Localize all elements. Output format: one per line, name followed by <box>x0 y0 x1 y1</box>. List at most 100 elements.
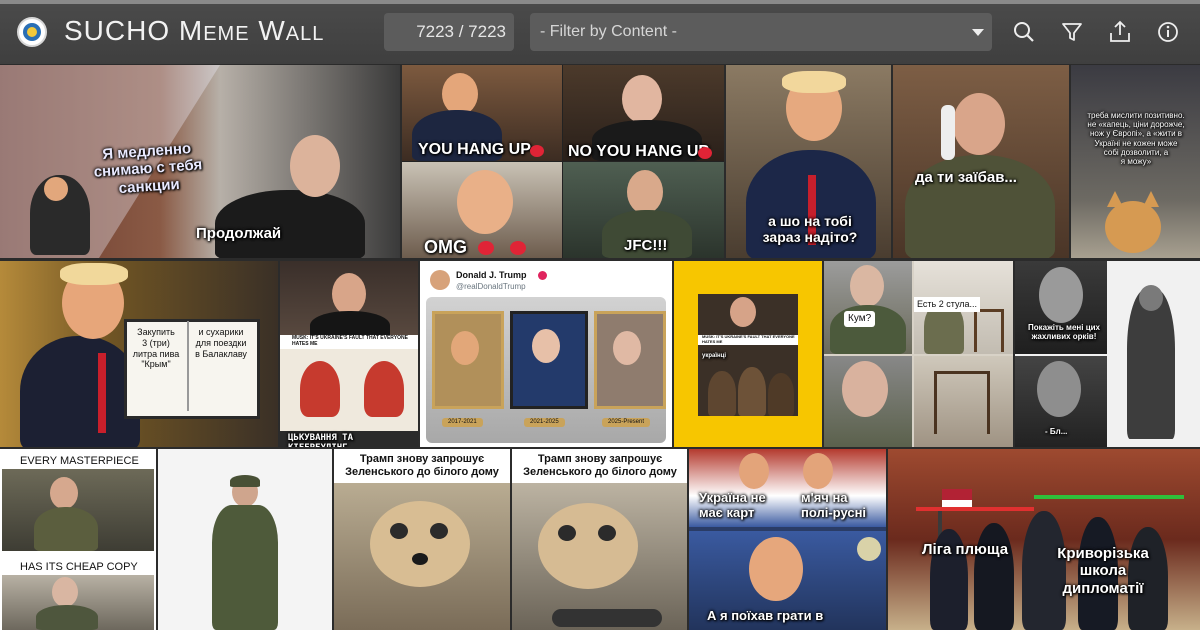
verified-icon <box>538 271 547 280</box>
trump-head-large <box>749 537 803 601</box>
heart-icon <box>530 145 544 157</box>
news-banner-text: MUSK: IT'S UKRAINE'S FAULT THAT EVERYONE… <box>702 334 795 344</box>
putin-head <box>613 331 641 365</box>
news-banner-text: MUSK: IT'S UKRAINE'S FAULT THAT EVERYONE… <box>292 335 408 347</box>
filter-icon[interactable] <box>1058 18 1086 46</box>
caption-bottom: Продолжай <box>196 225 282 242</box>
musk-head <box>332 273 366 315</box>
upload-icon[interactable] <box>1106 18 1134 46</box>
meme-tile-zelensky-phone[interactable]: да ти заїбав... <box>893 65 1069 258</box>
caption-bottom: HAS ITS CHEAP COPY <box>20 561 138 573</box>
meme-tile-crimea[interactable]: Закупить 3 (три) литра пива "Крым" и сух… <box>0 261 278 447</box>
cat-head <box>1105 201 1161 253</box>
trump-head <box>803 453 833 489</box>
biden-head <box>532 329 560 363</box>
caption: а шо на тобі зараз надіто? <box>762 213 858 246</box>
dog-eye <box>390 523 408 539</box>
caption-you-hang-up: YOU HANG UP <box>418 141 531 158</box>
caption: да ти заїбав... <box>915 169 1017 186</box>
musk-head <box>730 297 756 327</box>
meme-tile-cat[interactable]: треба мислити позитивно. не «капець, цін… <box>1071 65 1200 258</box>
bubble-two-chairs: Есть 2 стула... <box>914 297 981 312</box>
sucho-logo[interactable] <box>17 17 47 47</box>
phone-receiver <box>941 105 955 160</box>
heart-icon <box>478 241 494 255</box>
caption-top: Покажіть мені цих жахливих орків! <box>1028 323 1100 342</box>
order-left-text: Закупить 3 (три) литра пива "Крым" <box>132 327 180 370</box>
trump-head <box>44 177 68 201</box>
dog-head <box>538 503 638 589</box>
zelensky-head <box>50 477 78 509</box>
caption: треба мислити позитивно. не «капець, цін… <box>1087 111 1185 166</box>
plaque-2: 2021-2025 <box>524 418 565 428</box>
meme-tile-masterpiece[interactable]: EVERY MASTERPIECE HAS ITS CHEAP COPY <box>0 449 156 630</box>
putin-head <box>52 577 78 607</box>
caption-bottom: А я поїхав грати в <box>707 608 824 623</box>
budanov-head <box>627 170 663 214</box>
meme-tile-hang-up[interactable]: YOU HANG UP NO YOU HANG UP OMG JFC!!! <box>402 65 724 258</box>
meme-tile-sanctions[interactable]: Я медленно снимаю с тебя санкции Продолж… <box>0 65 400 258</box>
putin-head <box>850 265 884 307</box>
trump-hair <box>782 71 846 93</box>
putin-figure <box>215 190 365 258</box>
caption-jfc: JFC!!! <box>624 237 668 254</box>
boromir-head <box>1037 361 1081 417</box>
content-filter-select[interactable]: - Filter by Content - <box>530 13 992 51</box>
trump-laugh-head <box>457 170 513 234</box>
captive-soldier <box>1127 289 1175 439</box>
meme-tile-chairs[interactable]: Кум? Есть 2 стула... <box>824 261 1013 447</box>
caption-left: Україна не має карт <box>699 490 766 520</box>
chair <box>974 309 1004 352</box>
cossack-figure <box>364 361 404 417</box>
dog-eye <box>598 525 616 541</box>
caption: Трамп знову запрошує Зеленського до біло… <box>523 453 677 479</box>
zelensky-body <box>34 507 98 551</box>
putin-head <box>622 75 662 123</box>
order-right-text: и сухарики для поездки в Балаклаву <box>195 327 247 359</box>
caption-right: Криворізька школа дипломатії <box>1057 545 1149 597</box>
person-2 <box>974 523 1014 630</box>
meme-tile-musk-yellow[interactable]: MUSK: IT'S UKRAINE'S FAULT THAT EVERYONE… <box>674 261 822 447</box>
soldier-uniform <box>212 505 278 630</box>
figure <box>708 371 736 416</box>
meme-tile-soldier[interactable] <box>158 449 332 630</box>
putin-head <box>842 361 888 417</box>
caption-right: м'яч на полі-русні <box>801 490 867 520</box>
meme-tile-orcs[interactable]: Покажіть мені цих жахливих орків! - Бл..… <box>1015 261 1200 447</box>
tweet-name: Donald J. Trump <box>456 270 527 280</box>
meme-tile-invite-b[interactable]: Трамп знову запрошує Зеленського до біло… <box>512 449 687 630</box>
dog-nose <box>412 553 428 565</box>
cossack-figure <box>300 361 340 417</box>
trump-head <box>442 73 478 115</box>
meme-tile-tweet-portraits[interactable]: Donald J. Trump @realDonaldTrump 2017-20… <box>420 261 672 447</box>
meme-tile-musk-cyberbullying[interactable]: MUSK: IT'S UKRAINE'S FAULT THAT EVERYONE… <box>280 261 418 447</box>
meme-tile-invite-a[interactable]: Трамп знову запрошує Зеленського до біло… <box>334 449 510 630</box>
plaque-1: 2017-2021 <box>442 418 483 428</box>
meme-count: 7223 / 7223 <box>384 13 514 51</box>
heart-icon <box>698 147 712 159</box>
filter-placeholder: - Filter by Content - <box>540 23 677 40</box>
dog-eye <box>558 525 576 541</box>
plaque-3: 2025-Present <box>602 418 651 428</box>
tweet-handle: @realDonaldTrump <box>456 282 526 291</box>
meme-tile-cards[interactable]: Україна не має карт м'яч на полі-русні А… <box>689 449 886 630</box>
boromir-head <box>1039 267 1083 323</box>
dog-head <box>370 501 470 587</box>
seal-icon <box>857 537 881 561</box>
caption-ukrainians: українці <box>702 353 727 359</box>
avatar <box>430 270 450 290</box>
meme-tile-diplomacy[interactable]: Ліга плюща Криворізька школа дипломатії <box>888 449 1200 630</box>
cat-ear <box>1107 191 1123 207</box>
meme-tile-wearing[interactable]: а шо на тобі зараз надіто? <box>726 65 891 258</box>
search-icon[interactable] <box>1010 18 1038 46</box>
soldier-cap <box>230 475 260 487</box>
caption-no-you-hang-up: NO YOU HANG UP <box>568 143 710 160</box>
chair <box>934 371 990 434</box>
caption-top: Я медленно снимаю с тебя санкции <box>93 139 203 197</box>
putin-head <box>290 135 340 197</box>
trump-head <box>451 331 479 365</box>
putin-body <box>36 605 98 630</box>
trump-hair <box>60 263 128 285</box>
green-line <box>1034 495 1184 499</box>
info-icon[interactable] <box>1154 18 1182 46</box>
